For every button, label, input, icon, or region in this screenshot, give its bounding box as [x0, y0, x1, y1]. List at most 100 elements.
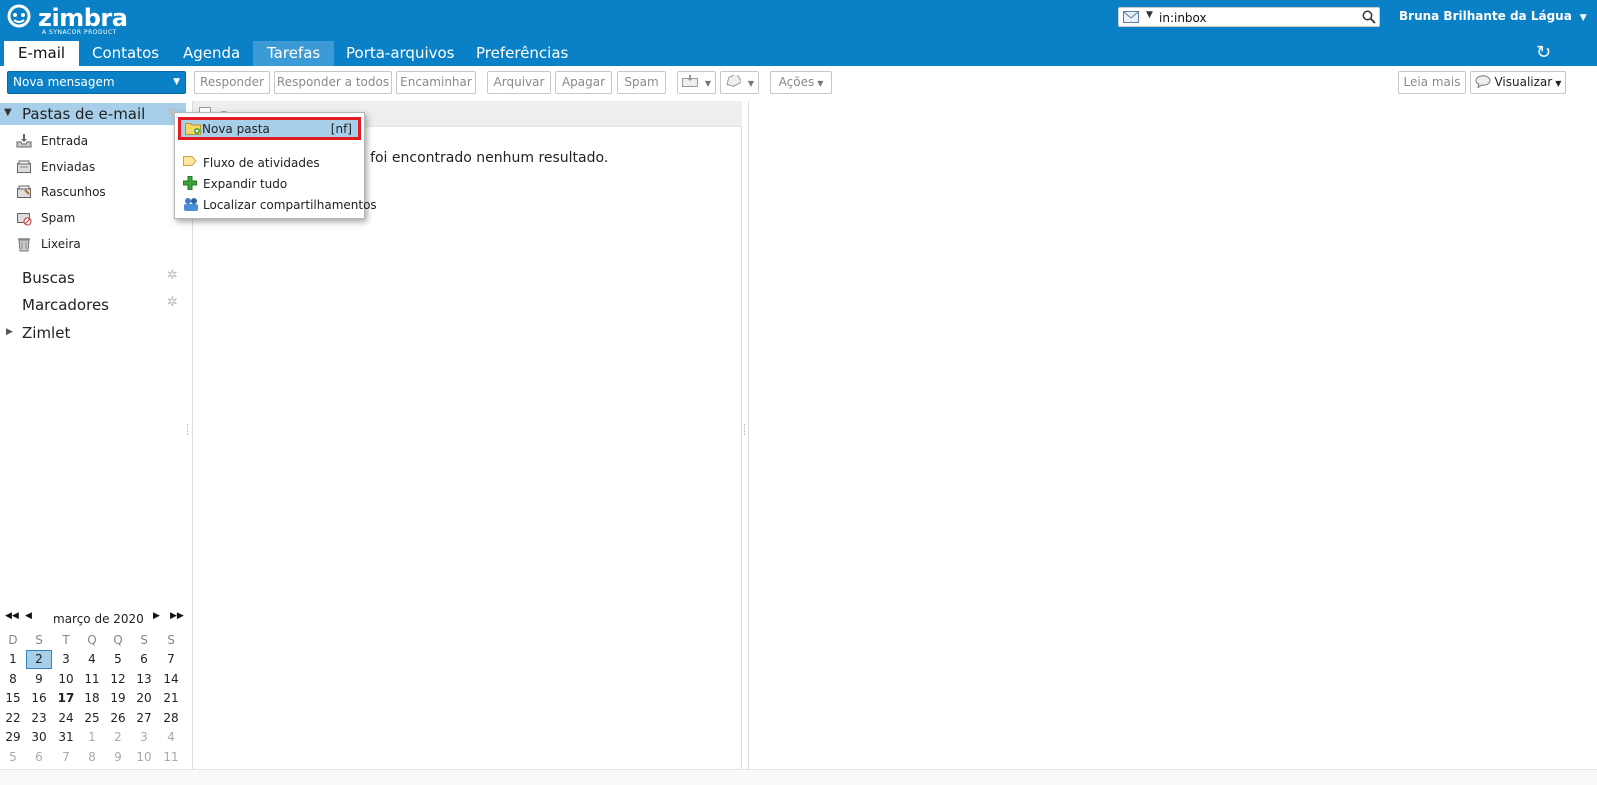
searches-header[interactable]: Buscas — [22, 269, 75, 287]
calendar-day[interactable]: 1 — [0, 650, 26, 669]
calendar-day[interactable]: 30 — [26, 728, 52, 747]
calendar-day[interactable]: 5 — [0, 748, 26, 767]
tags-header[interactable]: Marcadores — [22, 296, 109, 314]
expand-triangle-icon[interactable]: ▶ — [6, 327, 13, 337]
weekday-label: T — [62, 633, 70, 647]
calendar-day[interactable]: 2 — [26, 650, 52, 669]
menu-item-label: Localizar compartilhamentos — [203, 198, 377, 212]
chevron-down-icon: ▼ — [1579, 13, 1587, 23]
tab-calendar[interactable]: Agenda — [169, 41, 254, 66]
collapse-triangle-icon[interactable]: ▼ — [4, 107, 12, 118]
calendar-day[interactable]: 11 — [158, 748, 184, 767]
calendar-day[interactable]: 26 — [105, 709, 131, 728]
calendar-day[interactable]: 21 — [158, 689, 184, 708]
calendar-day[interactable]: 12 — [105, 670, 131, 689]
no-results-message: Não foi encontrado nenhum resultado. — [338, 150, 609, 166]
delete-button[interactable]: Apagar — [555, 71, 612, 94]
zimlet-header[interactable]: Zimlet — [22, 324, 70, 342]
calendar-day[interactable]: 6 — [131, 650, 157, 669]
calendar-day[interactable]: 17 — [53, 689, 79, 708]
calendar-day[interactable]: 4 — [79, 650, 105, 669]
calendar-day[interactable]: 13 — [131, 670, 157, 689]
mail-folders-label: Pastas de e-mail — [22, 105, 146, 123]
previous-month-icon[interactable]: ◀ — [25, 611, 32, 621]
tab-preferences[interactable]: Preferências — [462, 41, 582, 66]
tag-button[interactable]: ▼ — [720, 71, 759, 94]
weekday-label: D — [8, 633, 18, 647]
calendar-day[interactable]: 8 — [0, 670, 26, 689]
mail-folders-header[interactable]: ▼ Pastas de e-mail ✲ — [0, 103, 186, 125]
calendar-day[interactable]: 23 — [26, 709, 52, 728]
gear-icon[interactable]: ✲ — [167, 268, 178, 283]
view-button[interactable]: Visualizar ▼ — [1470, 71, 1566, 94]
previous-year-icon[interactable]: ◀◀ — [5, 611, 19, 621]
menu-item-find-shares[interactable]: Localizar compartilhamentos — [179, 195, 377, 215]
menu-item-expand-all[interactable]: Expandir tudo — [179, 174, 362, 194]
refresh-icon[interactable]: ↻ — [1536, 42, 1551, 63]
calendar-day[interactable]: 10 — [131, 748, 157, 767]
archive-button[interactable]: Arquivar — [487, 71, 551, 94]
calendar-day[interactable]: 31 — [53, 728, 79, 747]
status-bar — [0, 769, 1597, 785]
actions-button[interactable]: Ações ▼ — [770, 71, 832, 94]
calendar-day[interactable]: 16 — [26, 689, 52, 708]
move-button[interactable]: ▼ — [677, 71, 716, 94]
gear-icon[interactable]: ✲ — [167, 295, 178, 310]
folder-label: Rascunhos — [41, 185, 106, 199]
calendar-day[interactable]: 7 — [158, 650, 184, 669]
chevron-down-icon: ▼ — [704, 79, 711, 88]
new-message-button[interactable]: Nova mensagem ▼ — [7, 71, 186, 94]
zimbra-logo[interactable]: zimbra A SYNACOR PRODUCT — [6, 3, 128, 36]
view-label: Visualizar — [1494, 75, 1553, 89]
mail-search-type-icon[interactable] — [1123, 11, 1139, 26]
weekday-label: S — [35, 633, 43, 647]
calendar-day[interactable]: 8 — [79, 748, 105, 767]
actions-label: Ações — [778, 75, 815, 89]
tab-briefcase[interactable]: Porta-arquivos — [332, 41, 469, 66]
calendar-day[interactable]: 19 — [105, 689, 131, 708]
chevron-down-icon[interactable]: ▼ — [173, 72, 180, 93]
reply-all-button[interactable]: Responder a todos — [274, 71, 392, 94]
calendar-day[interactable]: 9 — [105, 748, 131, 767]
calendar-day[interactable]: 25 — [79, 709, 105, 728]
reply-button[interactable]: Responder — [194, 71, 270, 94]
user-menu[interactable]: Bruna Brilhante da Lágua ▼ — [1399, 9, 1587, 23]
calendar-day[interactable]: 27 — [131, 709, 157, 728]
new-folder-icon — [185, 121, 201, 138]
reading-pane — [748, 101, 1597, 770]
menu-item-activity-stream[interactable]: Fluxo de atividades — [179, 153, 362, 173]
calendar-day[interactable]: 7 — [53, 748, 79, 767]
calendar-day[interactable]: 9 — [26, 670, 52, 689]
calendar-day[interactable]: 28 — [158, 709, 184, 728]
calendar-day[interactable]: 3 — [53, 650, 79, 669]
calendar-day[interactable]: 20 — [131, 689, 157, 708]
search-input[interactable] — [1159, 10, 1359, 25]
calendar-day[interactable]: 22 — [0, 709, 26, 728]
calendar-day[interactable]: 3 — [131, 728, 157, 747]
calendar-day[interactable]: 4 — [158, 728, 184, 747]
calendar-day[interactable]: 29 — [0, 728, 26, 747]
calendar-day[interactable]: 5 — [105, 650, 131, 669]
tab-contacts[interactable]: Contatos — [78, 41, 173, 66]
read-more-button[interactable]: Leia mais — [1398, 71, 1466, 94]
search-type-dropdown-icon[interactable]: ▼ — [1146, 10, 1153, 20]
calendar-day[interactable]: 1 — [79, 728, 105, 747]
calendar-day[interactable]: 18 — [79, 689, 105, 708]
next-year-icon[interactable]: ▶▶ — [170, 611, 184, 621]
calendar-day[interactable]: 10 — [53, 670, 79, 689]
calendar-day[interactable]: 15 — [0, 689, 26, 708]
next-month-icon[interactable]: ▶ — [153, 611, 160, 621]
calendar-day[interactable]: 14 — [158, 670, 184, 689]
folder-label: Spam — [41, 211, 76, 225]
menu-item-label: Fluxo de atividades — [203, 156, 320, 170]
calendar-day[interactable]: 11 — [79, 670, 105, 689]
calendar-day[interactable]: 6 — [26, 748, 52, 767]
spam-button[interactable]: Spam — [617, 71, 666, 94]
calendar-day[interactable]: 2 — [105, 728, 131, 747]
search-icon[interactable] — [1362, 10, 1376, 27]
menu-item-new-folder[interactable]: Nova pasta [nf] — [178, 117, 361, 140]
forward-button[interactable]: Encaminhar — [396, 71, 476, 94]
calendar-day[interactable]: 24 — [53, 709, 79, 728]
tab-email[interactable]: E-mail — [4, 41, 80, 66]
tab-tasks[interactable]: Tarefas — [253, 41, 335, 66]
